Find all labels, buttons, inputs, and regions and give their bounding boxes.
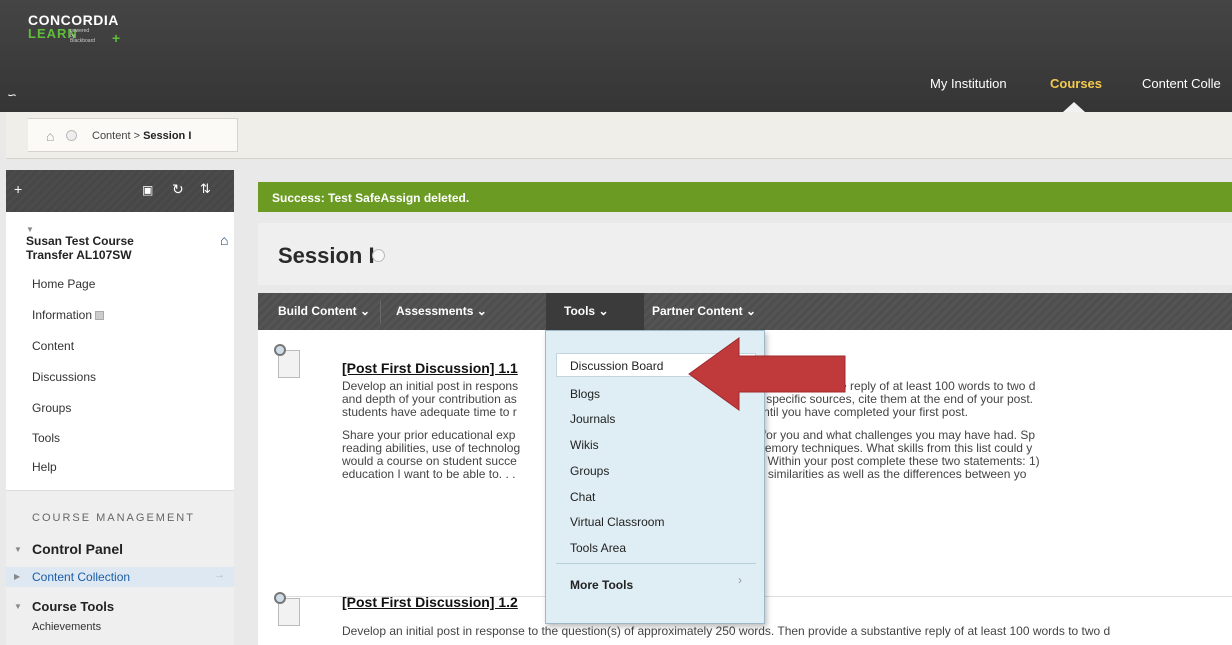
menu-item-wikis[interactable]: Wikis	[570, 438, 599, 452]
menu-item-blogs[interactable]: Blogs	[570, 387, 600, 401]
course-tools-toggle-icon[interactable]: ▼	[14, 602, 22, 611]
course-management-label: COURSE MANAGEMENT	[32, 512, 195, 524]
course-home-icon[interactable]: ⌂	[220, 232, 228, 248]
concordia-learn-logo[interactable]: CONCORDIA LEARN powered by Blackboard +	[28, 13, 120, 45]
submenu-arrow-icon: ›	[738, 573, 742, 587]
breadcrumb-separator: >	[133, 130, 141, 142]
build-content-label: Build Content	[278, 304, 357, 318]
action-bar: Build Content ⌄ Assessments ⌄ Tools ⌄ Pa…	[258, 293, 1232, 330]
item-description-2: Develop an initial post in response to t…	[342, 625, 1232, 638]
red-annotation-arrow-icon	[688, 337, 846, 411]
menu-divider	[556, 563, 756, 564]
build-content-button[interactable]: Build Content ⌄	[278, 293, 370, 330]
assessments-label: Assessments	[396, 304, 474, 318]
menu-item-journals[interactable]: Journals	[570, 412, 615, 426]
menu-item-tools-area[interactable]: Tools Area	[570, 541, 626, 555]
course-title[interactable]: Susan Test Course Transfer AL107SW	[26, 234, 134, 262]
breadcrumb-bar: ⌂ Content > Session I	[6, 112, 1232, 159]
tools-button[interactable]: Tools ⌄	[546, 293, 644, 330]
page-title: Session I	[278, 243, 375, 268]
partner-content-label: Partner Content	[652, 304, 743, 318]
sidebar-item-information[interactable]: Information	[32, 308, 105, 322]
sidebar-item-tools[interactable]: Tools	[32, 431, 60, 445]
sidebar-item-discussions[interactable]: Discussions	[32, 370, 96, 384]
content-collection-row[interactable]: ▶ Content Collection →	[6, 567, 234, 587]
breadcrumb-menu-icon[interactable]	[66, 130, 77, 141]
top-header: CONCORDIA LEARN powered by Blackboard + …	[0, 0, 1232, 112]
sidebar-item-groups[interactable]: Groups	[32, 401, 71, 415]
breadcrumb: ⌂ Content > Session I	[28, 118, 238, 152]
assessments-button[interactable]: Assessments ⌄	[396, 293, 487, 330]
sidebar-item-information-label: Information	[32, 308, 93, 322]
item-title-2[interactable]: [Post First Discussion] 1.2	[342, 594, 518, 610]
achievements-link[interactable]: Achievements	[32, 621, 101, 633]
content-collection-link[interactable]: Content Collection	[32, 570, 130, 584]
control-panel-heading[interactable]: Control Panel	[32, 541, 123, 557]
sidebar-item-help[interactable]: Help	[32, 460, 57, 474]
active-tab-caret	[1063, 102, 1085, 112]
course-menu: + ▣ ↻ ⇅ ▼ Susan Test Course Transfer AL1…	[6, 170, 234, 645]
menu-item-chat[interactable]: Chat	[570, 490, 595, 504]
success-receipt: Success: Test SafeAssign deleted.	[258, 182, 1232, 212]
course-title-line2: Transfer AL107SW	[26, 248, 132, 262]
content-collection-expand-icon[interactable]: ▶	[14, 572, 20, 581]
menu-item-virtual-classroom[interactable]: Virtual Classroom	[570, 515, 664, 529]
item-title-1[interactable]: [Post First Discussion] 1.1	[342, 360, 518, 376]
item-1-line: education I want to be able to. . . assm…	[342, 467, 1027, 481]
course-tools-heading[interactable]: Course Tools	[32, 599, 114, 614]
nav-courses[interactable]: Courses	[1050, 76, 1102, 91]
breadcrumb-parent[interactable]: Content	[92, 130, 131, 142]
breadcrumb-current: Session I	[143, 130, 192, 142]
menu-item-groups[interactable]: Groups	[570, 464, 609, 478]
sidebar-item-content[interactable]: Content	[32, 339, 74, 353]
partner-content-button[interactable]: Partner Content ⌄	[652, 293, 756, 330]
page-options-icon[interactable]	[372, 249, 385, 262]
course-management-panel: COURSE MANAGEMENT ▼ Control Panel ▶ Cont…	[6, 490, 234, 645]
discussion-item-icon	[274, 344, 302, 378]
tools-label: Tools	[564, 304, 596, 318]
logo-plus-icon: +	[112, 30, 121, 46]
item-2-line: Develop an initial post in response to t…	[342, 625, 1111, 638]
course-title-line1: Susan Test Course	[26, 234, 134, 248]
sidebar-item-home-page[interactable]: Home Page	[32, 277, 95, 291]
menu-item-discussion-board[interactable]: Discussion Board	[570, 359, 663, 373]
home-icon[interactable]: ⌂	[46, 128, 54, 144]
page-title-bar: Session I	[258, 223, 1232, 285]
reorder-icon[interactable]: ⇅	[200, 181, 211, 197]
course-menu-toolbar: + ▣ ↻ ⇅	[6, 170, 234, 212]
menu-item-more-tools[interactable]: More Tools	[570, 578, 633, 592]
logo-tagline: powered by Blackboard	[70, 28, 96, 44]
hidden-item-icon	[95, 311, 105, 321]
action-divider	[380, 301, 381, 323]
control-panel-toggle-icon[interactable]: ▼	[14, 545, 22, 554]
content-collection-arrow-icon: →	[214, 569, 225, 581]
breadcrumb-path: Content > Session I	[92, 130, 191, 142]
discussion-item-icon	[274, 592, 302, 626]
add-menu-item-icon[interactable]: +	[14, 181, 22, 197]
folder-view-icon[interactable]: ▣	[142, 183, 153, 197]
collapse-course-icon[interactable]: ▼	[26, 225, 34, 234]
link-icon[interactable]: ∽	[6, 88, 16, 102]
refresh-icon[interactable]: ↻	[172, 181, 184, 198]
nav-content-collection[interactable]: Content Colle	[1142, 76, 1221, 91]
nav-my-institution[interactable]: My Institution	[930, 76, 1007, 91]
